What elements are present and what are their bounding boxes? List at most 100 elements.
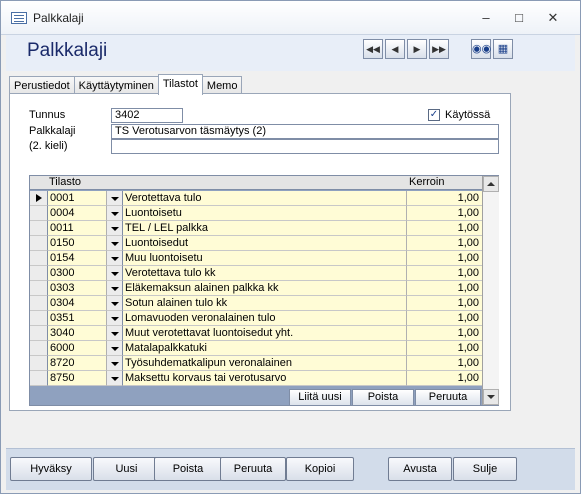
chevron-down-icon[interactable] bbox=[107, 251, 123, 266]
tilasto-code-cell[interactable]: 0304 bbox=[48, 296, 107, 311]
record-selector[interactable] bbox=[30, 251, 48, 266]
kerroin-cell[interactable]: 1,00 bbox=[407, 251, 482, 266]
chevron-down-icon[interactable] bbox=[107, 341, 123, 356]
kieli2-label: (2. kieli) bbox=[29, 140, 68, 152]
grid-header: Tilasto Kerroin bbox=[30, 176, 482, 190]
record-selector[interactable] bbox=[30, 206, 48, 221]
table-row[interactable]: 3040 Muut verotettavat luontoisedut yht.… bbox=[30, 326, 482, 341]
kerroin-cell[interactable]: 1,00 bbox=[407, 296, 482, 311]
kopioi-button[interactable]: Kopioi bbox=[286, 457, 354, 481]
tilasto-name-cell: Työsuhdematkalipun veronalainen bbox=[123, 356, 407, 371]
kerroin-cell[interactable]: 1,00 bbox=[407, 371, 482, 386]
record-selector[interactable] bbox=[30, 371, 48, 386]
tilasto-code-cell[interactable]: 0300 bbox=[48, 266, 107, 281]
tilasto-code-cell[interactable]: 0011 bbox=[48, 221, 107, 236]
last-record-icon[interactable]: ▶▶ bbox=[429, 39, 449, 59]
hyvaksy-button[interactable]: Hyväksy bbox=[10, 457, 92, 481]
table-row[interactable]: 0150 Luontoisedut 1,00 bbox=[30, 236, 482, 251]
peruuta-rivi-button[interactable]: Peruuta bbox=[415, 389, 481, 406]
tilasto-code-cell[interactable]: 0004 bbox=[48, 206, 107, 221]
tilasto-code-cell[interactable]: 0001 bbox=[48, 191, 107, 206]
record-selector[interactable] bbox=[30, 326, 48, 341]
tilasto-code-cell[interactable]: 3040 bbox=[48, 326, 107, 341]
kerroin-cell[interactable]: 1,00 bbox=[407, 356, 482, 371]
record-selector[interactable] bbox=[30, 266, 48, 281]
palkkalaji-field[interactable]: TS Verotusarvon täsmäytys (2) bbox=[111, 124, 499, 139]
datasheet-icon[interactable]: ▦ bbox=[493, 39, 513, 59]
tilasto-code-cell[interactable]: 0154 bbox=[48, 251, 107, 266]
tunnus-field[interactable]: 3402 bbox=[111, 108, 183, 123]
chevron-down-icon[interactable] bbox=[107, 236, 123, 251]
sulje-button[interactable]: Sulje bbox=[453, 457, 517, 481]
table-row[interactable]: 8750 Maksettu korvaus tai verotusarvo 1,… bbox=[30, 371, 482, 386]
next-record-icon[interactable]: ▶ bbox=[407, 39, 427, 59]
chevron-down-icon[interactable] bbox=[107, 206, 123, 221]
chevron-down-icon[interactable] bbox=[107, 311, 123, 326]
minimize-icon[interactable]: – bbox=[473, 9, 499, 27]
chevron-down-icon[interactable] bbox=[107, 221, 123, 236]
scroll-up-icon[interactable] bbox=[483, 176, 499, 192]
chevron-down-icon[interactable] bbox=[107, 296, 123, 311]
table-row[interactable]: 0303 Eläkemaksun alainen palkka kk 1,00 bbox=[30, 281, 482, 296]
kerroin-cell[interactable]: 1,00 bbox=[407, 191, 482, 206]
table-row[interactable]: 0011 TEL / LEL palkka 1,00 bbox=[30, 221, 482, 236]
poista-rivi-button[interactable]: Poista bbox=[352, 389, 414, 406]
table-row[interactable]: 6000 Matalapalkkatuki 1,00 bbox=[30, 341, 482, 356]
poista-button[interactable]: Poista bbox=[154, 457, 222, 481]
kieli2-field[interactable] bbox=[111, 139, 499, 154]
avusta-button[interactable]: Avusta bbox=[388, 457, 452, 481]
uusi-button[interactable]: Uusi bbox=[93, 457, 160, 481]
kerroin-cell[interactable]: 1,00 bbox=[407, 326, 482, 341]
chevron-down-icon[interactable] bbox=[107, 371, 123, 386]
tilasto-code-cell[interactable]: 0150 bbox=[48, 236, 107, 251]
record-selector[interactable] bbox=[30, 236, 48, 251]
grid-scrollbar[interactable] bbox=[482, 176, 499, 405]
record-selector[interactable] bbox=[30, 281, 48, 296]
tilastot-page: Tunnus 3402 ✓ Käytössä Palkkalaji TS Ver… bbox=[9, 93, 511, 411]
record-selector[interactable] bbox=[30, 356, 48, 371]
tilasto-code-cell[interactable]: 0303 bbox=[48, 281, 107, 296]
kerroin-cell[interactable]: 1,00 bbox=[407, 236, 482, 251]
peruuta-button[interactable]: Peruuta bbox=[220, 457, 286, 481]
record-navigation: ◀◀ ◀ ▶ ▶▶ bbox=[363, 39, 449, 59]
previous-record-icon[interactable]: ◀ bbox=[385, 39, 405, 59]
record-selector[interactable] bbox=[30, 296, 48, 311]
record-selector-icon[interactable] bbox=[30, 191, 48, 206]
table-row[interactable]: 0154 Muu luontoisetu 1,00 bbox=[30, 251, 482, 266]
chevron-down-icon[interactable] bbox=[107, 356, 123, 371]
kerroin-cell[interactable]: 1,00 bbox=[407, 341, 482, 356]
maximize-icon[interactable]: □ bbox=[506, 9, 532, 27]
kaytossa-checkbox[interactable]: ✓ bbox=[428, 109, 440, 121]
tilasto-code-cell[interactable]: 8750 bbox=[48, 371, 107, 386]
first-record-icon[interactable]: ◀◀ bbox=[363, 39, 383, 59]
kerroin-cell[interactable]: 1,00 bbox=[407, 281, 482, 296]
table-row[interactable]: 0001 Verotettava tulo 1,00 bbox=[30, 191, 482, 206]
tilasto-code-cell[interactable]: 0351 bbox=[48, 311, 107, 326]
kerroin-cell[interactable]: 1,00 bbox=[407, 311, 482, 326]
chevron-down-icon[interactable] bbox=[107, 326, 123, 341]
close-icon[interactable]: ✕ bbox=[540, 9, 566, 27]
kerroin-cell[interactable]: 1,00 bbox=[407, 221, 482, 236]
tab-tilastot[interactable]: Tilastot bbox=[157, 74, 203, 95]
table-row[interactable]: 0300 Verotettava tulo kk 1,00 bbox=[30, 266, 482, 281]
window-title: Palkkalaji bbox=[33, 11, 84, 25]
scroll-track[interactable] bbox=[483, 192, 499, 389]
record-selector[interactable] bbox=[30, 341, 48, 356]
tilasto-name-cell: Eläkemaksun alainen palkka kk bbox=[123, 281, 407, 296]
table-row[interactable]: 0351 Lomavuoden veronalainen tulo 1,00 bbox=[30, 311, 482, 326]
tilasto-code-cell[interactable]: 8720 bbox=[48, 356, 107, 371]
liita-uusi-button[interactable]: Liitä uusi bbox=[289, 389, 351, 406]
chevron-down-icon[interactable] bbox=[107, 191, 123, 206]
tilasto-code-cell[interactable]: 6000 bbox=[48, 341, 107, 356]
record-selector[interactable] bbox=[30, 221, 48, 236]
table-row[interactable]: 0004 Luontoisetu 1,00 bbox=[30, 206, 482, 221]
table-row[interactable]: 0304 Sotun alainen tulo kk 1,00 bbox=[30, 296, 482, 311]
scroll-down-icon[interactable] bbox=[483, 389, 499, 405]
kerroin-cell[interactable]: 1,00 bbox=[407, 266, 482, 281]
chevron-down-icon[interactable] bbox=[107, 281, 123, 296]
binoculars-icon[interactable]: ◉◉ bbox=[471, 39, 491, 59]
kerroin-cell[interactable]: 1,00 bbox=[407, 206, 482, 221]
chevron-down-icon[interactable] bbox=[107, 266, 123, 281]
record-selector[interactable] bbox=[30, 311, 48, 326]
table-row[interactable]: 8720 Työsuhdematkalipun veronalainen 1,0… bbox=[30, 356, 482, 371]
